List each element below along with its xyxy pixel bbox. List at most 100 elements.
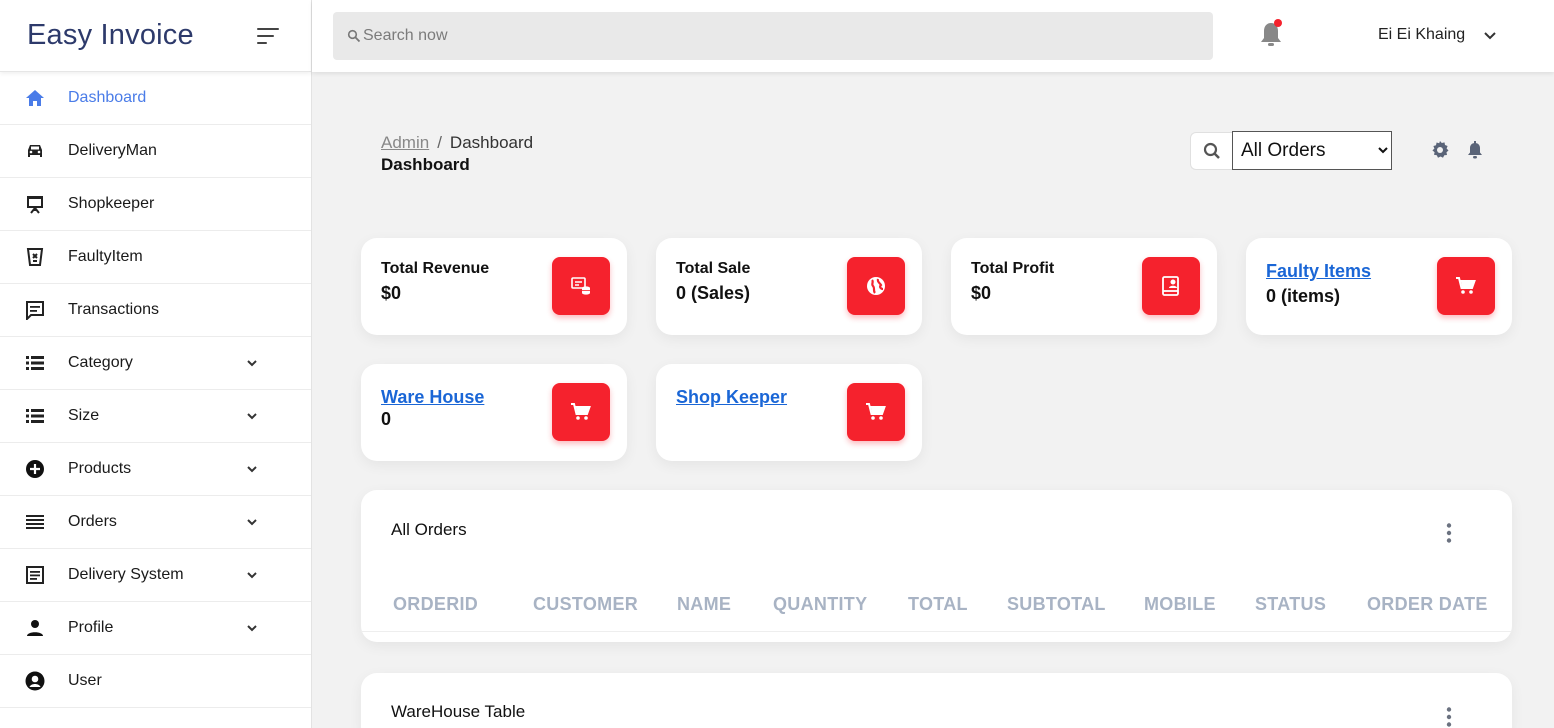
ware-house-link[interactable]: Ware House xyxy=(381,387,484,408)
sidebar-item-user[interactable]: User xyxy=(0,655,311,708)
plus-circle-icon xyxy=(24,458,46,480)
sidebar-item-label: Transactions xyxy=(68,301,159,318)
sidebar-item-label: User xyxy=(68,672,102,689)
sidebar-item-faultyitem[interactable]: FaultyItem xyxy=(0,231,311,284)
cart-icon xyxy=(1437,257,1495,315)
sidebar-item-label: Delivery System xyxy=(68,566,184,583)
sidebar-item-orders[interactable]: Orders xyxy=(0,496,311,549)
cart-icon xyxy=(552,383,610,441)
faulty-bin-icon xyxy=(24,246,46,268)
list-icon xyxy=(24,352,46,374)
revenue-icon xyxy=(552,257,610,315)
sidebar-item-delivery-system[interactable]: Delivery System xyxy=(0,549,311,602)
column-header-status[interactable]: STATUS xyxy=(1255,594,1326,615)
search-bar[interactable] xyxy=(333,12,1213,60)
notification-bell-icon[interactable] xyxy=(1256,18,1286,50)
gear-icon[interactable] xyxy=(1430,140,1450,160)
all-orders-title: All Orders xyxy=(391,520,467,539)
stat-value: $0 xyxy=(381,283,402,303)
user-menu[interactable]: Ei Ei Khaing xyxy=(1378,26,1499,44)
sidebar-item-profile[interactable]: Profile xyxy=(0,602,311,655)
stat-value: 0 (items) xyxy=(1266,286,1341,306)
home-icon xyxy=(24,87,46,109)
column-header-mobile[interactable]: MOBILE xyxy=(1144,594,1216,615)
stat-value: $0 xyxy=(971,283,992,303)
chevron-down-icon xyxy=(247,360,257,367)
top-bar: Ei Ei Khaing xyxy=(312,0,1554,72)
stat-card-total-profit: Total Profit $0 xyxy=(951,238,1217,335)
sidebar: Easy Invoice Dashboard DeliveryMan Shopk… xyxy=(0,0,312,728)
chevron-down-icon xyxy=(247,519,257,526)
sidebar-item-label: Products xyxy=(68,460,132,477)
document-icon xyxy=(24,564,46,586)
sidebar-item-category[interactable]: Category xyxy=(0,337,311,390)
cart-icon xyxy=(847,383,905,441)
chevron-down-icon xyxy=(247,572,257,579)
shop-keeper-link[interactable]: Shop Keeper xyxy=(676,387,787,408)
sidebar-item-size[interactable]: Size xyxy=(0,390,311,443)
list-icon xyxy=(24,405,46,427)
chevron-down-icon xyxy=(247,413,257,420)
stat-title: Total Profit xyxy=(971,260,1055,277)
sidebar-item-label: Size xyxy=(68,407,100,424)
sidebar-item-label: Dashboard xyxy=(68,89,147,106)
chevron-down-icon xyxy=(247,625,257,632)
main-content: Admin / Dashboard Dashboard All Orders Tot… xyxy=(312,72,1554,728)
sidebar-item-label: Shopkeeper xyxy=(68,195,155,212)
column-header-quantity[interactable]: QUANTITY xyxy=(773,594,867,615)
sidebar-item-label: Category xyxy=(68,354,133,371)
filter-search-button[interactable] xyxy=(1190,131,1232,170)
car-icon xyxy=(24,140,46,162)
presentation-icon xyxy=(24,193,46,215)
breadcrumb: Admin / Dashboard xyxy=(381,133,533,153)
chevron-down-icon xyxy=(1484,32,1496,40)
bell-icon[interactable] xyxy=(1466,140,1484,160)
stat-card-total-revenue: Total Revenue $0 xyxy=(361,238,627,335)
orders-table-header: ORDERID CUSTOMER NAME QUANTITY TOTAL SUB… xyxy=(361,586,1512,632)
stat-title: Total Sale xyxy=(676,260,751,277)
column-header-order-date[interactable]: ORDER DATE xyxy=(1367,594,1488,615)
profit-icon xyxy=(1142,257,1200,315)
order-filter-select[interactable]: All Orders xyxy=(1232,131,1392,170)
stat-value: 0 xyxy=(381,409,392,429)
breadcrumb-separator: / xyxy=(437,133,442,152)
globe-icon xyxy=(847,257,905,315)
breadcrumb-admin-link[interactable]: Admin xyxy=(381,133,429,152)
stat-card-ware-house: Ware House 0 xyxy=(361,364,627,461)
more-vertical-icon[interactable] xyxy=(1445,706,1453,728)
warehouse-table-card: WareHouse Table xyxy=(361,673,1512,728)
breadcrumb-current: Dashboard xyxy=(449,133,534,152)
faulty-items-link[interactable]: Faulty Items xyxy=(1266,261,1371,282)
search-icon xyxy=(347,29,361,43)
menu-toggle-icon[interactable] xyxy=(257,27,281,45)
more-vertical-icon[interactable] xyxy=(1445,522,1453,544)
lines-icon xyxy=(24,511,46,533)
column-header-name[interactable]: NAME xyxy=(677,594,731,615)
sidebar-item-label: Orders xyxy=(68,513,117,530)
sidebar-item-products[interactable]: Products xyxy=(0,443,311,496)
column-header-total[interactable]: TOTAL xyxy=(908,594,968,615)
person-icon xyxy=(24,617,46,639)
sidebar-item-shopkeeper[interactable]: Shopkeeper xyxy=(0,178,311,231)
brand-header: Easy Invoice xyxy=(0,0,311,72)
user-name: Ei Ei Khaing xyxy=(1378,26,1466,43)
column-header-subtotal[interactable]: SUBTOTAL xyxy=(1007,594,1106,615)
chevron-down-icon xyxy=(247,466,257,473)
sidebar-nav: Dashboard DeliveryMan Shopkeeper FaultyI… xyxy=(0,72,311,708)
search-input[interactable] xyxy=(363,27,1163,45)
sidebar-item-dashboard[interactable]: Dashboard xyxy=(0,72,311,125)
sidebar-item-transactions[interactable]: Transactions xyxy=(0,284,311,337)
app-title: Easy Invoice xyxy=(27,19,194,51)
account-circle-icon xyxy=(24,670,46,692)
sidebar-item-deliveryman[interactable]: DeliveryMan xyxy=(0,125,311,178)
sidebar-item-label: FaultyItem xyxy=(68,248,143,265)
column-header-orderid[interactable]: ORDERID xyxy=(393,594,478,615)
search-icon xyxy=(1203,142,1220,159)
warehouse-table-title: WareHouse Table xyxy=(391,702,526,721)
stat-card-faulty-items: Faulty Items 0 (items) xyxy=(1246,238,1512,335)
stat-card-total-sale: Total Sale 0 (Sales) xyxy=(656,238,922,335)
all-orders-card: All Orders ORDERID CUSTOMER NAME QUANTIT… xyxy=(361,490,1512,642)
message-icon xyxy=(24,299,46,321)
stat-title: Total Revenue xyxy=(381,260,490,277)
column-header-customer[interactable]: CUSTOMER xyxy=(533,594,638,615)
